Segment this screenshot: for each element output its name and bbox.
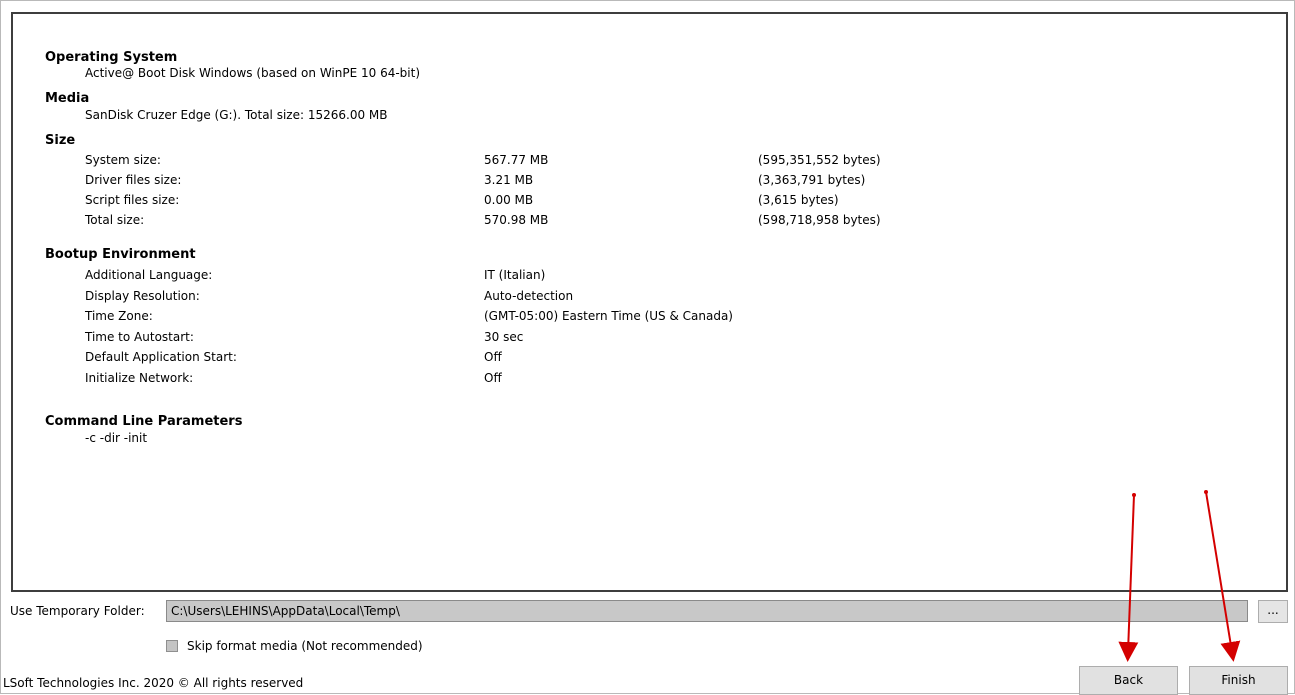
bootup-value-timezone: (GMT-05:00) Eastern Time (US & Canada) [484, 309, 733, 323]
wizard-window: Operating System Active@ Boot Disk Windo… [0, 0, 1295, 695]
bootup-label-timezone: Time Zone: [85, 309, 153, 323]
skip-format-option[interactable]: Skip format media (Not recommended) [166, 638, 423, 654]
section-title-os: Operating System [45, 50, 178, 65]
section-title-bootup: Bootup Environment [45, 247, 196, 262]
bootup-label-autostart: Time to Autostart: [85, 330, 194, 344]
browse-folder-button[interactable]: ... [1258, 600, 1288, 623]
size-value-system: 567.77 MB [484, 153, 549, 167]
size-value-script: 0.00 MB [484, 193, 534, 207]
size-bytes-total: (598,718,958 bytes) [758, 213, 881, 227]
bootup-value-network: Off [484, 371, 502, 385]
skip-format-checkbox[interactable] [166, 640, 178, 652]
size-label-system: System size: [85, 153, 161, 167]
copyright-text: LSoft Technologies Inc. 2020 © All right… [3, 676, 304, 690]
bootup-label-network: Initialize Network: [85, 371, 194, 385]
bootup-label-default-app: Default Application Start: [85, 350, 237, 364]
size-value-total: 570.98 MB [484, 213, 549, 227]
bootup-value-default-app: Off [484, 350, 502, 364]
section-title-cmd: Command Line Parameters [45, 414, 243, 429]
size-value-driver: 3.21 MB [484, 173, 534, 187]
size-bytes-system: (595,351,552 bytes) [758, 153, 881, 167]
size-label-driver: Driver files size: [85, 173, 182, 187]
bootup-label-language: Additional Language: [85, 268, 213, 282]
back-button[interactable]: Back [1079, 666, 1178, 695]
finish-button[interactable]: Finish [1189, 666, 1288, 695]
temp-folder-label: Use Temporary Folder: [10, 604, 145, 618]
bootup-value-language: IT (Italian) [484, 268, 546, 282]
skip-format-label: Skip format media (Not recommended) [187, 639, 423, 653]
bootup-value-autostart: 30 sec [484, 330, 524, 344]
bootup-label-resolution: Display Resolution: [85, 289, 200, 303]
section-title-media: Media [45, 91, 90, 106]
temp-folder-input[interactable] [166, 600, 1248, 622]
size-label-total: Total size: [85, 213, 145, 227]
media-value: SanDisk Cruzer Edge (G:). Total size: 15… [85, 108, 388, 122]
size-bytes-driver: (3,363,791 bytes) [758, 173, 866, 187]
bootup-value-resolution: Auto-detection [484, 289, 574, 303]
os-value: Active@ Boot Disk Windows (based on WinP… [85, 66, 421, 80]
section-title-size: Size [45, 133, 76, 148]
summary-panel: Operating System Active@ Boot Disk Windo… [11, 12, 1288, 592]
cmd-value: -c -dir -init [85, 431, 148, 445]
size-label-script: Script files size: [85, 193, 180, 207]
size-bytes-script: (3,615 bytes) [758, 193, 839, 207]
